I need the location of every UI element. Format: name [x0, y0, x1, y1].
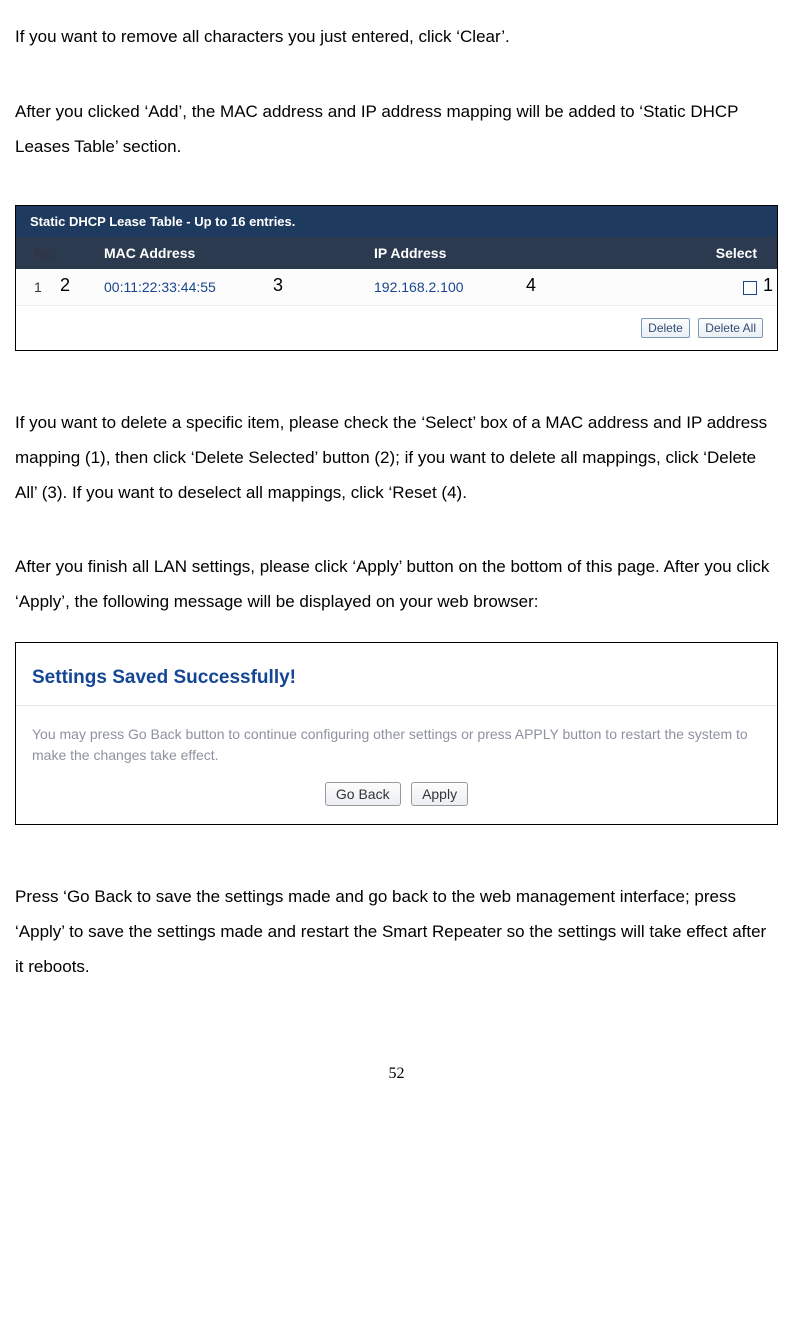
body-paragraph-3: If you want to delete a specific item, p… [15, 406, 778, 511]
annotation-1: 1 [763, 275, 773, 296]
delete-button[interactable]: Delete [641, 318, 690, 338]
body-paragraph-5: Press ‘Go Back to save the settings made… [15, 880, 778, 985]
dhcp-row-mac: 00:11:22:33:44:55 [94, 279, 364, 295]
page-number: 52 [15, 1065, 778, 1083]
settings-saved-figure: Settings Saved Successfully! You may pre… [15, 642, 778, 825]
body-paragraph-4: After you finish all LAN settings, pleas… [15, 550, 778, 620]
dhcp-header-select: Select [664, 245, 777, 261]
delete-all-button[interactable]: Delete All [698, 318, 763, 338]
intro-paragraph-1: If you want to remove all characters you… [15, 20, 778, 55]
dhcp-header-no: No. [16, 245, 94, 261]
annotation-2: 2 [60, 275, 70, 296]
settings-saved-title: Settings Saved Successfully! [16, 643, 777, 706]
settings-saved-button-row: Go Back Apply [16, 774, 777, 824]
intro-paragraph-2: After you clicked ‘Add’, the MAC address… [15, 95, 778, 165]
dhcp-header-ip: IP Address [364, 245, 664, 261]
table-row: 1 00:11:22:33:44:55 192.168.2.100 2 3 4 … [16, 269, 777, 306]
annotation-3: 3 [273, 275, 283, 296]
dhcp-lease-table-figure: Static DHCP Lease Table - Up to 16 entri… [15, 205, 778, 351]
dhcp-table-title: Static DHCP Lease Table - Up to 16 entri… [16, 206, 777, 237]
settings-saved-body: You may press Go Back button to continue… [16, 706, 777, 774]
go-back-button[interactable]: Go Back [325, 782, 401, 806]
select-checkbox[interactable] [743, 281, 757, 295]
dhcp-header-mac: MAC Address [94, 245, 364, 261]
dhcp-table-header-row: No. MAC Address IP Address Select [16, 237, 777, 269]
dhcp-row-ip: 192.168.2.100 [364, 279, 664, 295]
dhcp-row-select-cell [664, 279, 777, 295]
annotation-4: 4 [526, 275, 536, 296]
dhcp-row-no: 1 [16, 279, 94, 295]
apply-button[interactable]: Apply [411, 782, 468, 806]
dhcp-button-row: Delete Delete All [16, 306, 777, 350]
